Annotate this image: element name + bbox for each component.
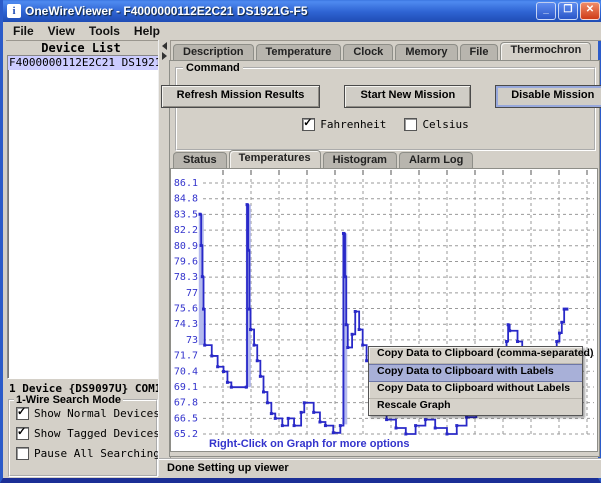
- unit-fahrenheit[interactable]: Fahrenheit: [302, 116, 386, 132]
- y-axis-tick: 65.2: [174, 429, 198, 439]
- y-axis-tick: 67.8: [174, 398, 198, 409]
- checkbox-show-tagged-devices[interactable]: [16, 427, 29, 440]
- subtab-histogram[interactable]: Histogram: [323, 152, 397, 168]
- device-list-item[interactable]: F4000000112E2C21 DS1921G-F5: [8, 56, 158, 70]
- command-buttons: Refresh Mission ResultsStart New Mission…: [177, 85, 594, 108]
- menuitem-copy-data-to-clipboard-comma-separated[interactable]: Copy Data to Clipboard (comma-separated): [369, 347, 582, 364]
- expand-right-arrow-icon[interactable]: [162, 52, 167, 60]
- y-axis-tick: 82.2: [174, 225, 198, 236]
- y-axis-tick: 74.3: [174, 319, 198, 330]
- tab-file[interactable]: File: [460, 44, 499, 60]
- title-bar: i OneWireViewer - F4000000112E2C21 DS192…: [3, 0, 601, 22]
- label-pause-all-searching: Pause All Searching: [34, 447, 160, 460]
- y-axis-tick: 78.3: [174, 272, 198, 283]
- menuitem-copy-data-to-clipboard-without-labels[interactable]: Copy Data to Clipboard without Labels: [369, 382, 582, 399]
- checkbox-fahrenheit[interactable]: [302, 118, 315, 131]
- window-title: OneWireViewer - F4000000112E2C21 DS1921G…: [25, 4, 536, 18]
- disable-mission-button[interactable]: Disable Mission: [495, 85, 601, 108]
- tab-description[interactable]: Description: [173, 44, 254, 60]
- status-bar: Done Setting up viewer: [159, 458, 601, 478]
- y-axis-tick: 75.6: [174, 304, 198, 315]
- menu-view[interactable]: View: [41, 24, 82, 38]
- y-axis-tick: 71.7: [174, 351, 198, 362]
- status-text: Done Setting up viewer: [159, 460, 601, 474]
- menu-file[interactable]: File: [6, 24, 41, 38]
- label-show-tagged-devices: Show Tagged Devices: [34, 427, 160, 440]
- command-group-title: Command: [183, 62, 243, 74]
- y-axis-tick: 83.5: [174, 209, 198, 220]
- option-pause-all-searching[interactable]: Pause All Searching: [10, 443, 156, 463]
- checkbox-pause-all-searching[interactable]: [16, 447, 29, 460]
- label-celsius: Celsius: [422, 118, 468, 131]
- graph-hint-text: Right-Click on Graph for more options: [209, 438, 409, 450]
- tab-thermochron[interactable]: Thermochron: [500, 42, 591, 60]
- option-show-normal-devices[interactable]: Show Normal Devices: [10, 403, 156, 423]
- y-axis-tick: 77: [186, 288, 198, 299]
- unit-celsius[interactable]: Celsius: [404, 116, 468, 132]
- y-axis-tick: 69.1: [174, 382, 198, 393]
- search-mode-options: Show Normal DevicesShow Tagged DevicesPa…: [10, 403, 156, 463]
- app-window: i OneWireViewer - F4000000112E2C21 DS192…: [0, 0, 601, 483]
- command-group: Command Refresh Mission ResultsStart New…: [175, 67, 596, 151]
- search-mode-title: 1-Wire Search Mode: [14, 394, 123, 406]
- subtab-temperatures[interactable]: Temperatures: [229, 150, 321, 168]
- y-axis-tick: 80.9: [174, 241, 198, 252]
- maximize-button[interactable]: ❐: [558, 2, 578, 20]
- minimize-button[interactable]: _: [536, 2, 556, 20]
- y-axis-tick: 70.4: [174, 366, 198, 377]
- checkbox-celsius[interactable]: [404, 118, 417, 131]
- menuitem-rescale-graph[interactable]: Rescale Graph: [369, 399, 582, 415]
- refresh-mission-results-button[interactable]: Refresh Mission Results: [161, 85, 321, 108]
- app-icon: i: [7, 4, 21, 18]
- device-list-header: Device List: [6, 41, 156, 54]
- tab-memory[interactable]: Memory: [395, 44, 457, 60]
- device-list[interactable]: F4000000112E2C21 DS1921G-F5: [7, 55, 159, 379]
- sub-tab-bar: StatusTemperaturesHistogramAlarm Log: [173, 152, 475, 168]
- graph-context-menu: Copy Data to Clipboard (comma-separated)…: [368, 346, 583, 416]
- option-show-tagged-devices[interactable]: Show Tagged Devices: [10, 423, 156, 443]
- y-axis-tick: 79.6: [174, 256, 198, 267]
- tab-temperature[interactable]: Temperature: [256, 44, 342, 60]
- menuitem-copy-data-to-clipboard-with-labels[interactable]: Copy Data to Clipboard with Labels: [369, 364, 582, 382]
- menu-bar: FileViewToolsHelp: [6, 22, 601, 41]
- search-mode-group: 1-Wire Search Mode Show Normal DevicesSh…: [8, 399, 158, 477]
- tab-clock[interactable]: Clock: [343, 44, 393, 60]
- y-axis-tick: 66.5: [174, 413, 198, 424]
- collapse-left-arrow-icon[interactable]: [162, 42, 167, 50]
- menu-help[interactable]: Help: [127, 24, 167, 38]
- close-button[interactable]: ✕: [580, 2, 600, 20]
- y-axis-tick: 73: [186, 335, 198, 346]
- main-tab-bar: DescriptionTemperatureClockMemoryFileThe…: [173, 43, 593, 60]
- y-axis-tick: 86.1: [174, 178, 198, 189]
- label-fahrenheit: Fahrenheit: [320, 118, 386, 131]
- menu-tools[interactable]: Tools: [82, 24, 127, 38]
- label-show-normal-devices: Show Normal Devices: [34, 407, 160, 420]
- checkbox-show-normal-devices[interactable]: [16, 407, 29, 420]
- unit-checkboxes: Fahrenheit Celsius: [177, 116, 594, 132]
- y-axis-tick: 84.8: [174, 194, 198, 205]
- start-new-mission-button[interactable]: Start New Mission: [344, 85, 471, 108]
- subtab-alarm-log[interactable]: Alarm Log: [399, 152, 473, 168]
- subtab-status[interactable]: Status: [173, 152, 227, 168]
